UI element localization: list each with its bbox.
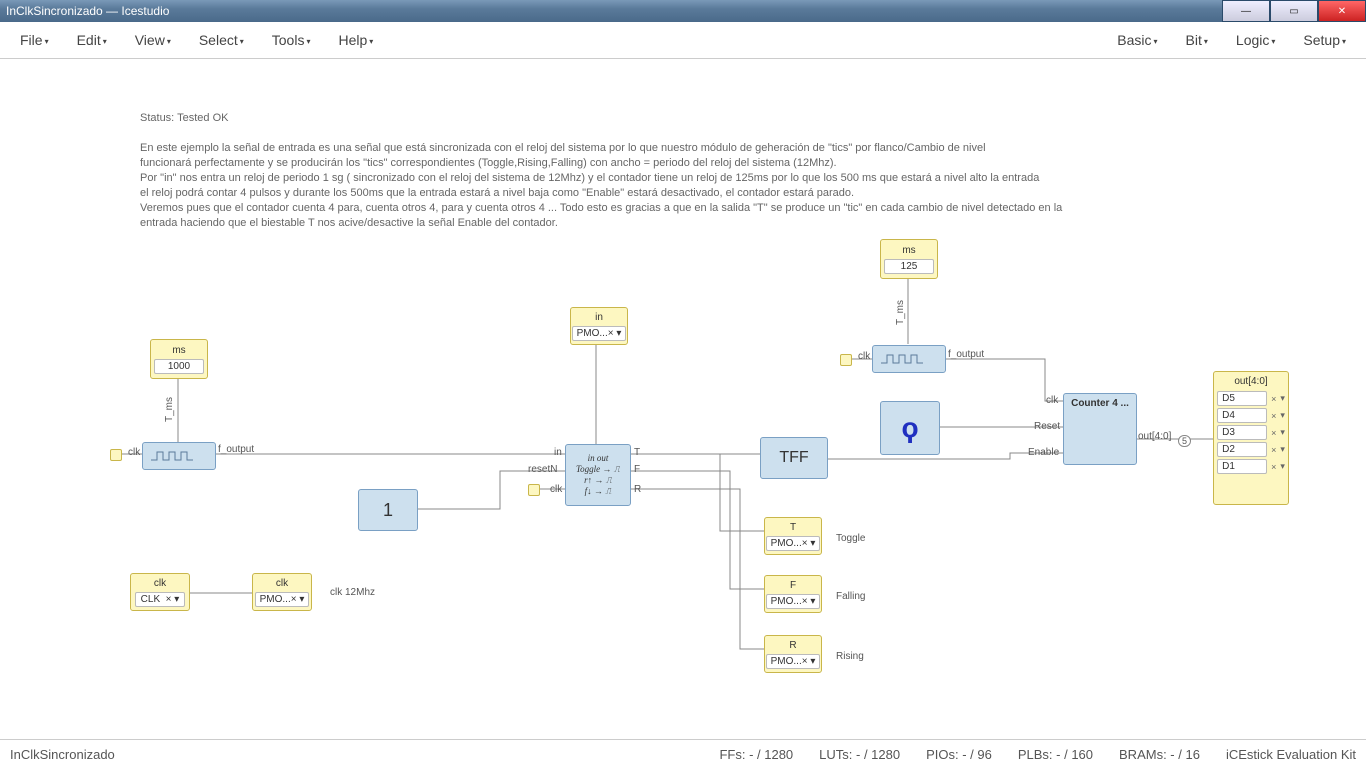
out-t-select[interactable]: PMO...× ▾ — [766, 536, 821, 551]
menubar: File▾ Edit▾ View▾ Select▾ Tools▾ Help▾ B… — [0, 22, 1366, 59]
bus-width-tag: 5 — [1178, 435, 1191, 447]
status-bar: InClkSincronizado FFs: - / 1280 LUTs: - … — [0, 739, 1366, 768]
out-r-select[interactable]: PMO...× ▾ — [766, 654, 821, 669]
oscillator-block-2[interactable] — [872, 345, 946, 373]
menu-view[interactable]: View▾ — [121, 24, 185, 56]
status-project: InClkSincronizado — [10, 747, 115, 762]
status-board: iCEstick Evaluation Kit — [1226, 747, 1356, 762]
oscillator-block-1[interactable] — [142, 442, 216, 470]
menu-file[interactable]: File▾ — [6, 24, 63, 56]
status-ffs: FFs: - / 1280 — [719, 747, 793, 762]
menu-help[interactable]: Help▾ — [324, 24, 387, 56]
menu-bit[interactable]: Bit▾ — [1172, 24, 1222, 56]
param-ms-1000[interactable]: ms 1000 — [150, 339, 208, 379]
clk-stub-edge[interactable] — [528, 484, 540, 496]
minimize-button[interactable]: — — [1222, 0, 1270, 22]
output-pin-t[interactable]: T PMO...× ▾ — [764, 517, 822, 555]
design-canvas[interactable]: Status: Tested OK En este ejemplo la señ… — [0, 59, 1366, 729]
menu-select[interactable]: Select▾ — [185, 24, 258, 56]
tff-block[interactable]: TFF — [760, 437, 828, 479]
constant-one-block[interactable]: 1 — [358, 489, 418, 531]
reset-icon: ϙ — [901, 412, 918, 444]
clk-stub-osc2[interactable] — [840, 354, 852, 366]
out-f-select[interactable]: PMO...× ▾ — [766, 594, 821, 609]
menu-basic[interactable]: Basic▾ — [1103, 24, 1171, 56]
clk-stub-osc1[interactable] — [110, 449, 122, 461]
ms-1000-input[interactable]: 1000 — [154, 359, 204, 374]
status-pios: PIOs: - / 96 — [926, 747, 992, 762]
in-pin-select[interactable]: PMO...× ▾ — [572, 326, 627, 341]
clk-out-select[interactable]: PMO...× ▾ — [255, 592, 310, 607]
info-status: Status: Tested OK — [140, 111, 1200, 126]
out-row-d1[interactable]: D1× ▾ — [1217, 459, 1285, 474]
window-buttons: — ▭ ✕ — [1222, 0, 1366, 22]
clk-in-select[interactable]: CLK × ▾ — [135, 592, 185, 607]
status-plbs: PLBs: - / 160 — [1018, 747, 1093, 762]
out-row-d5[interactable]: D5× ▾ — [1217, 391, 1285, 406]
input-pin-in[interactable]: in PMO...× ▾ — [570, 307, 628, 345]
info-block: Status: Tested OK En este ejemplo la señ… — [140, 111, 1200, 231]
close-button[interactable]: ✕ — [1318, 0, 1366, 22]
menu-logic[interactable]: Logic▾ — [1222, 24, 1289, 56]
param-ms-125[interactable]: ms 125 — [880, 239, 938, 279]
counter-block[interactable]: Counter 4 ... — [1063, 393, 1137, 465]
menu-edit[interactable]: Edit▾ — [63, 24, 121, 56]
out-row-d2[interactable]: D2× ▾ — [1217, 442, 1285, 457]
window-title: InClkSincronizado — Icestudio — [6, 4, 169, 18]
reset-block[interactable]: ϙ — [880, 401, 940, 455]
edge-detector-block[interactable]: in out Toggle → ⎍ r↑ → ⎍ f↓ → ⎍ — [565, 444, 631, 506]
ms-125-input[interactable]: 125 — [884, 259, 934, 274]
out-row-d4[interactable]: D4× ▾ — [1217, 408, 1285, 423]
output-pin-clk[interactable]: clk PMO...× ▾ — [252, 573, 312, 611]
output-pin-bus[interactable]: out[4:0] D5× ▾ D4× ▾ D3× ▾ D2× ▾ D1× ▾ — [1213, 371, 1289, 505]
status-brams: BRAMs: - / 16 — [1119, 747, 1200, 762]
maximize-button[interactable]: ▭ — [1270, 0, 1318, 22]
output-pin-f[interactable]: F PMO...× ▾ — [764, 575, 822, 613]
status-luts: LUTs: - / 1280 — [819, 747, 900, 762]
window-titlebar: InClkSincronizado — Icestudio — ▭ ✕ — [0, 0, 1366, 22]
menu-tools[interactable]: Tools▾ — [258, 24, 325, 56]
menu-setup[interactable]: Setup▾ — [1289, 24, 1360, 56]
input-pin-clk[interactable]: clk CLK × ▾ — [130, 573, 190, 611]
out-row-d3[interactable]: D3× ▾ — [1217, 425, 1285, 440]
output-pin-r[interactable]: R PMO...× ▾ — [764, 635, 822, 673]
